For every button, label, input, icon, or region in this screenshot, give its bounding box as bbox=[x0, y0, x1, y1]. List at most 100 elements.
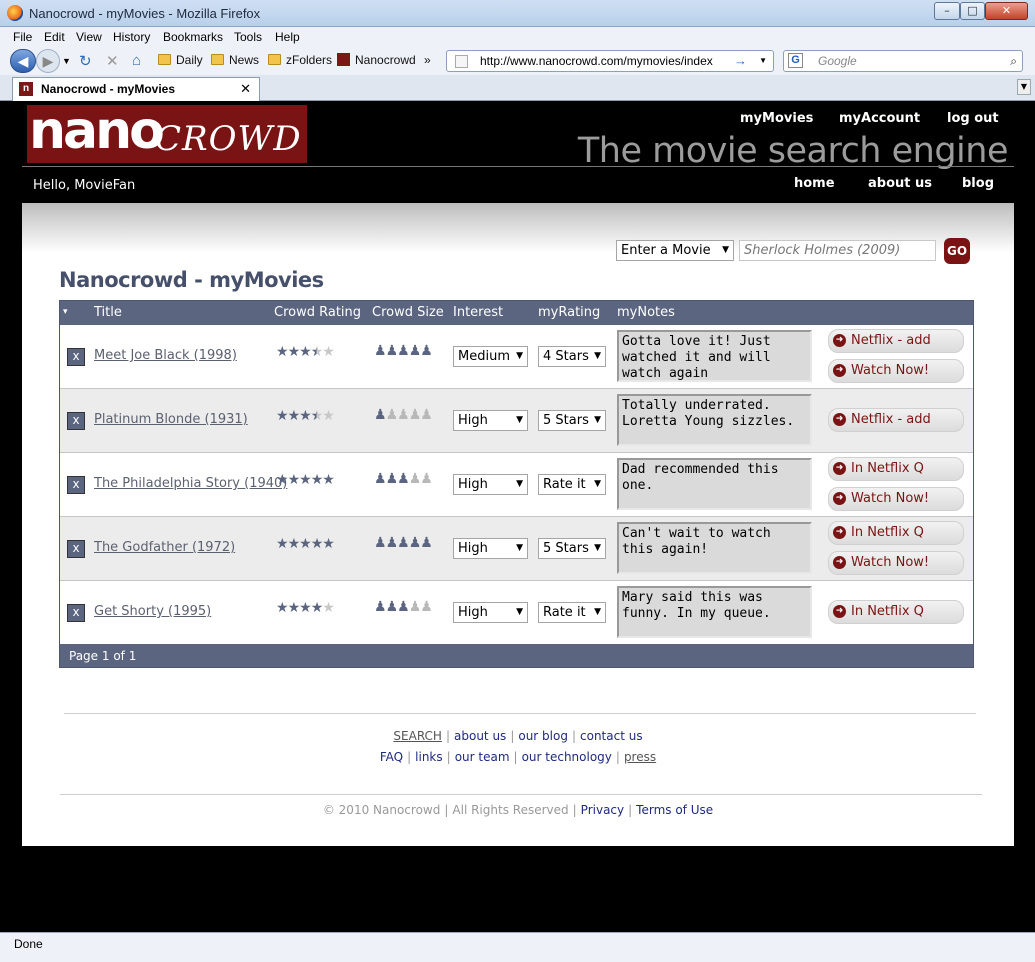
interest-select[interactable]: High ▼ bbox=[453, 410, 528, 431]
stop-icon[interactable]: ✕ bbox=[106, 52, 119, 70]
col-myrating[interactable]: myRating bbox=[538, 305, 600, 320]
myaccount-link[interactable]: myAccount bbox=[839, 111, 920, 126]
footer-contact-link[interactable]: contact us bbox=[580, 729, 643, 743]
myrating-select[interactable]: 5 Stars ▼ bbox=[538, 410, 606, 431]
star-filled-icon: ★ bbox=[310, 536, 324, 552]
maximize-button[interactable]: □ bbox=[960, 2, 985, 20]
footer-about-link[interactable]: about us bbox=[454, 729, 506, 743]
col-mynotes[interactable]: myNotes bbox=[617, 305, 675, 320]
footer-search-link[interactable]: SEARCH bbox=[393, 729, 442, 743]
nav-blog[interactable]: blog bbox=[962, 176, 994, 191]
privacy-link[interactable]: Privacy bbox=[581, 803, 624, 817]
table-header: ▾ Title Crowd Rating Crowd Size Interest… bbox=[60, 301, 973, 325]
watch-now-button[interactable]: ➜ Watch Now! bbox=[828, 359, 964, 383]
interest-select[interactable]: Medium ▼ bbox=[453, 346, 528, 367]
remove-button[interactable]: x bbox=[67, 540, 85, 558]
bookmarks-overflow-icon[interactable]: » bbox=[424, 53, 431, 67]
history-dropdown-icon[interactable]: ▼ bbox=[62, 56, 71, 66]
person-empty-icon: ♟ bbox=[408, 471, 422, 487]
in-netflix-queue-button[interactable]: ➜ In Netflix Q bbox=[828, 600, 964, 624]
home-icon[interactable]: ⌂ bbox=[132, 52, 141, 69]
minimize-button[interactable]: – bbox=[934, 2, 960, 20]
movie-title-link[interactable]: The Philadelphia Story (1940) bbox=[94, 476, 287, 491]
nav-home[interactable]: home bbox=[794, 176, 835, 191]
url-dropdown-icon[interactable]: ▼ bbox=[759, 51, 767, 71]
bookmark-nanocrowd[interactable]: Nanocrowd bbox=[337, 53, 416, 67]
chevron-down-icon: ▼ bbox=[594, 415, 601, 425]
myrating-select[interactable]: Rate it ▼ bbox=[538, 602, 606, 623]
remove-button[interactable]: x bbox=[67, 476, 85, 494]
in-netflix-queue-button[interactable]: ➜ In Netflix Q bbox=[828, 521, 964, 545]
terms-link[interactable]: Terms of Use bbox=[636, 803, 713, 817]
watch-now-button[interactable]: ➜ Watch Now! bbox=[828, 487, 964, 511]
footer-faq-link[interactable]: FAQ bbox=[380, 750, 403, 764]
magnifier-icon[interactable]: ⌕ bbox=[1010, 51, 1017, 71]
watch-now-button[interactable]: ➜ Watch Now! bbox=[828, 551, 964, 575]
netflix-add-button[interactable]: ➜ Netflix - add bbox=[828, 329, 964, 353]
chevron-down-icon: ▼ bbox=[516, 543, 523, 553]
bookmark-zfolders[interactable]: zFolders bbox=[268, 53, 332, 67]
go-arrow-icon[interactable]: → bbox=[734, 51, 747, 71]
menu-tools[interactable]: Tools bbox=[234, 30, 262, 44]
nanocrowd-logo[interactable]: nano CROWD bbox=[27, 101, 307, 163]
forward-button[interactable]: ▶ bbox=[36, 49, 60, 73]
mynotes-textarea[interactable]: Totally underrated. Loretta Young sizzle… bbox=[617, 394, 812, 446]
mymovies-link[interactable]: myMovies bbox=[740, 111, 813, 126]
remove-button[interactable]: x bbox=[67, 604, 85, 622]
movie-title-link[interactable]: The Godfather (1972) bbox=[94, 540, 235, 555]
menu-file[interactable]: File bbox=[13, 30, 32, 44]
footer-links-link[interactable]: links bbox=[415, 750, 442, 764]
interest-select[interactable]: High ▼ bbox=[453, 538, 528, 559]
reload-icon[interactable]: ↻ bbox=[79, 52, 92, 70]
go-button[interactable]: GO bbox=[944, 238, 970, 264]
mynotes-textarea[interactable]: Gotta love it! Just watched it and will … bbox=[617, 330, 812, 382]
back-button[interactable]: ◀ bbox=[10, 49, 36, 73]
footer-blog-link[interactable]: our blog bbox=[518, 729, 568, 743]
movie-title-link[interactable]: Get Shorty (1995) bbox=[94, 604, 211, 619]
logout-link[interactable]: log out bbox=[947, 111, 999, 126]
search-engine-box[interactable]: G Google ⌕ bbox=[783, 50, 1023, 72]
menu-history[interactable]: History bbox=[113, 30, 150, 44]
mymovies-table: ▾ Title Crowd Rating Crowd Size Interest… bbox=[59, 300, 974, 668]
col-title[interactable]: Title bbox=[94, 305, 122, 320]
netflix-add-button[interactable]: ➜ Netflix - add bbox=[828, 408, 964, 432]
close-tab-icon[interactable]: ✕ bbox=[240, 78, 251, 100]
bookmark-news[interactable]: News bbox=[211, 53, 259, 67]
interest-select[interactable]: High ▼ bbox=[453, 602, 528, 623]
footer-team-link[interactable]: our team bbox=[455, 750, 510, 764]
mynotes-textarea[interactable]: Mary said this was funny. In my queue. bbox=[617, 586, 812, 638]
col-interest[interactable]: Interest bbox=[453, 305, 503, 320]
crowd-rating-stars: ★★★★★ bbox=[276, 536, 335, 552]
search-type-select[interactable]: Enter a Movie ▼ bbox=[616, 240, 734, 261]
movie-title-link[interactable]: Meet Joe Black (1998) bbox=[94, 348, 237, 363]
menu-view[interactable]: View bbox=[76, 30, 102, 44]
mynotes-textarea[interactable]: Dad recommended this one. bbox=[617, 458, 812, 510]
footer-press-link[interactable]: press bbox=[624, 750, 656, 764]
interest-select[interactable]: High ▼ bbox=[453, 474, 528, 495]
sort-icon[interactable]: ▾ bbox=[63, 307, 68, 317]
menu-bookmarks[interactable]: Bookmarks bbox=[163, 30, 223, 44]
close-window-button[interactable]: ✕ bbox=[985, 2, 1028, 20]
tab-nanocrowd[interactable]: n Nanocrowd - myMovies ✕ bbox=[12, 77, 260, 101]
myrating-select[interactable]: 5 Stars ▼ bbox=[538, 538, 606, 559]
remove-button[interactable]: x bbox=[67, 348, 85, 366]
arrow-right-icon: ➜ bbox=[833, 462, 846, 475]
movie-search-input[interactable]: Sherlock Holmes (2009) bbox=[739, 240, 936, 261]
remove-button[interactable]: x bbox=[67, 412, 85, 430]
col-crowd-rating[interactable]: Crowd Rating bbox=[274, 305, 361, 320]
menu-help[interactable]: Help bbox=[275, 30, 300, 44]
bookmark-daily[interactable]: Daily bbox=[158, 53, 203, 67]
address-bar[interactable]: http://www.nanocrowd.com/mymovies/index … bbox=[446, 50, 774, 72]
col-crowd-size[interactable]: Crowd Size bbox=[372, 305, 444, 320]
footer-technology-link[interactable]: our technology bbox=[522, 750, 612, 764]
navigation-toolbar: ◀ ▶ ▼ ↻ ✕ ⌂ Daily News zFolders Nanocrow… bbox=[0, 47, 1035, 75]
in-netflix-queue-button[interactable]: ➜ In Netflix Q bbox=[828, 457, 964, 481]
myrating-select[interactable]: Rate it ▼ bbox=[538, 474, 606, 495]
mynotes-textarea[interactable]: Can't wait to watch this again! bbox=[617, 522, 812, 574]
movie-title-link[interactable]: Platinum Blonde (1931) bbox=[94, 412, 248, 427]
tab-list-icon[interactable]: ▼ bbox=[1017, 79, 1031, 95]
myrating-select[interactable]: 4 Stars ▼ bbox=[538, 346, 606, 367]
nav-about-us[interactable]: about us bbox=[868, 176, 932, 191]
search-placeholder: Google bbox=[818, 54, 857, 68]
menu-edit[interactable]: Edit bbox=[44, 30, 65, 44]
